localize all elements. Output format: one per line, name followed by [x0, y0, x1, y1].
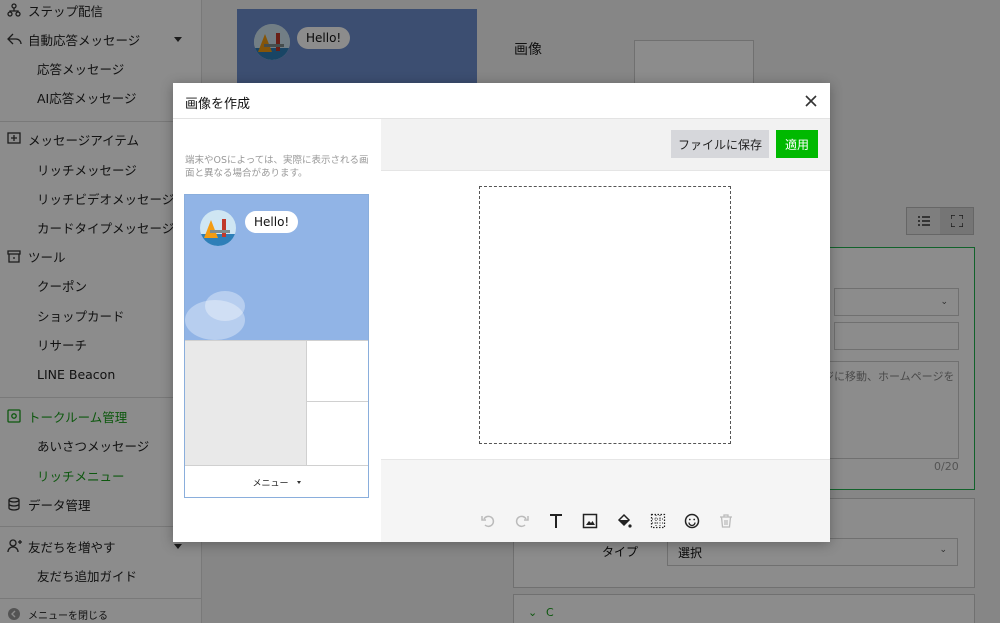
menu-bar-label: メニュー — [252, 478, 289, 489]
fill-icon[interactable] — [612, 510, 636, 532]
rich-menu-area-b[interactable] — [307, 340, 368, 402]
save-to-file-button[interactable]: ファイルに保存 — [671, 130, 769, 158]
create-image-modal: 画像を作成 端末やOSによっては、実際に表示される画面と異なる場合があります。 … — [173, 83, 830, 542]
editor-pane: ファイルに保存 適用 — [381, 119, 830, 542]
modal-title: 画像を作成 — [185, 97, 251, 112]
grid-icon[interactable] — [646, 510, 670, 532]
message-bubble: Hello! — [245, 211, 299, 233]
cloud-decoration — [205, 291, 245, 321]
rich-menu-bar[interactable]: メニュー — [185, 465, 368, 497]
editor-tools — [476, 510, 738, 532]
image-canvas[interactable] — [479, 186, 731, 444]
apply-button[interactable]: 適用 — [776, 130, 818, 158]
chat-preview: Hello! — [185, 195, 368, 340]
avatar — [200, 210, 236, 246]
phone-preview: Hello! メニュー — [184, 194, 369, 498]
canvas-area — [381, 171, 830, 459]
trash-icon[interactable] — [714, 510, 738, 532]
preview-pane: 端末やOSによっては、実際に表示される画面と異なる場合があります。 Hello!… — [173, 119, 381, 542]
text-icon[interactable] — [544, 510, 568, 532]
image-icon[interactable] — [578, 510, 602, 532]
caret-down-icon — [296, 480, 301, 484]
modal-header: 画像を作成 — [173, 83, 830, 119]
device-note: 端末やOSによっては、実際に表示される画面と異なる場合があります。 — [185, 155, 369, 179]
rich-menu-area-c[interactable] — [307, 402, 368, 465]
rich-menu-area-a[interactable] — [185, 340, 307, 465]
editor-toolbar: ファイルに保存 適用 — [381, 119, 830, 171]
close-icon[interactable] — [801, 91, 821, 111]
redo-icon[interactable] — [510, 510, 534, 532]
emoji-icon[interactable] — [680, 510, 704, 532]
undo-icon[interactable] — [476, 510, 500, 532]
